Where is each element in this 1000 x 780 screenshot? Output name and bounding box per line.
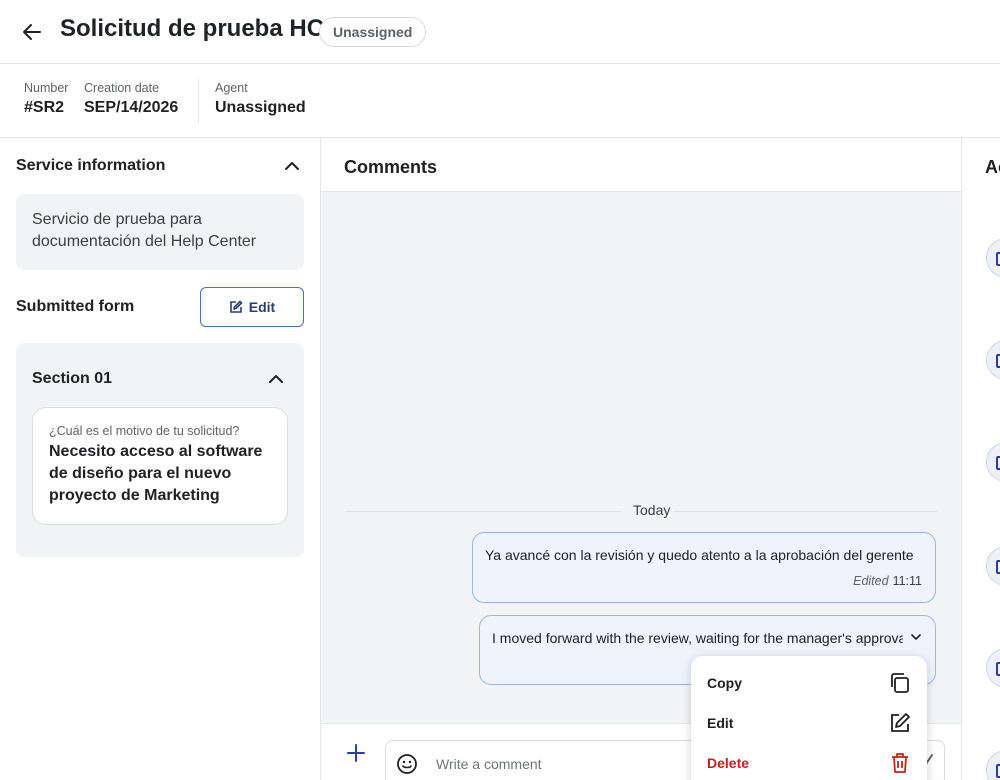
copy-icon bbox=[891, 673, 909, 693]
activity-item-icon[interactable] bbox=[986, 648, 1000, 688]
emoji-button[interactable] bbox=[396, 753, 418, 775]
emoji-icon bbox=[397, 754, 417, 774]
comment-context-menu: Copy Edit Delete bbox=[691, 656, 927, 780]
number-value: #SR2 bbox=[24, 99, 65, 116]
edited-label: Edited bbox=[853, 574, 889, 588]
back-button[interactable] bbox=[18, 18, 46, 46]
page-title: Solicitud de prueba HC bbox=[60, 15, 325, 42]
activity-item-icon[interactable] bbox=[986, 442, 1000, 482]
number-field: Number #SR2 bbox=[24, 81, 68, 117]
question-answer: Necesito acceso al software de diseño pa… bbox=[49, 443, 263, 504]
task-icon bbox=[996, 764, 1000, 778]
form-answer-card: ¿Cuál es el motivo de tu solicitud? Nece… bbox=[32, 407, 288, 525]
arrow-left-icon bbox=[23, 24, 41, 40]
agent-label: Agent bbox=[215, 81, 248, 95]
request-meta-bar: Number #SR2 Creation date SEP/14/2026 Ag… bbox=[0, 65, 1000, 138]
comment-input[interactable] bbox=[436, 753, 686, 775]
service-description: Servicio de prueba para documentación de… bbox=[16, 194, 304, 270]
edit-icon bbox=[891, 713, 910, 732]
menu-item-label: Copy bbox=[707, 675, 742, 691]
service-info-panel: Service information Servicio de prueba p… bbox=[0, 138, 320, 780]
comments-title: Comments bbox=[344, 157, 438, 177]
chevron-up-icon bbox=[285, 162, 299, 170]
menu-item-delete[interactable]: Delete bbox=[691, 743, 927, 780]
page-header: Solicitud de prueba HC Unassigned bbox=[0, 0, 1000, 64]
task-icon bbox=[996, 662, 1000, 676]
edit-icon bbox=[229, 300, 243, 313]
comment-bubble[interactable]: Ya avancé con la revisión y quedo atento… bbox=[472, 532, 936, 603]
creation-date-field: Creation date SEP/14/2026 bbox=[84, 81, 178, 117]
creation-date-label: Creation date bbox=[84, 81, 160, 95]
collapse-section-button[interactable] bbox=[266, 369, 286, 389]
agent-field: Agent Unassigned bbox=[215, 81, 306, 117]
activity-item-icon[interactable] bbox=[986, 238, 1000, 278]
trash-icon bbox=[892, 753, 908, 773]
add-attachment-button[interactable] bbox=[345, 742, 367, 764]
comment-text: Ya avancé con la revisión y quedo atento… bbox=[485, 547, 914, 563]
activity-panel-title: Ac bbox=[985, 157, 1000, 177]
activity-item-icon[interactable] bbox=[986, 750, 1000, 780]
creation-date-value: SEP/14/2026 bbox=[84, 99, 179, 116]
edit-form-button[interactable]: Edit bbox=[200, 287, 304, 327]
agent-value: Unassigned bbox=[215, 99, 306, 116]
task-icon bbox=[996, 560, 1000, 574]
comment-options-button[interactable] bbox=[909, 630, 923, 644]
edit-form-label: Edit bbox=[248, 299, 276, 315]
separator-line bbox=[673, 511, 937, 512]
chevron-up-icon bbox=[269, 375, 283, 383]
menu-item-copy[interactable]: Copy bbox=[691, 663, 927, 703]
form-section-card: Section 01 ¿Cuál es el motivo de tu soli… bbox=[16, 343, 304, 557]
comment-time: 11:11 bbox=[892, 574, 922, 588]
number-label: Number bbox=[24, 81, 69, 95]
activity-panel: Ac bbox=[961, 138, 1000, 780]
plus-icon bbox=[347, 744, 365, 762]
collapse-service-info-button[interactable] bbox=[282, 156, 302, 176]
activity-item-icon[interactable] bbox=[986, 340, 1000, 380]
day-separator-label: Today bbox=[633, 502, 671, 518]
section-title: Section 01 bbox=[32, 370, 113, 387]
question-label: ¿Cuál es el motivo de tu solicitud? bbox=[49, 424, 240, 438]
comment-text: I moved forward with the review, waiting… bbox=[492, 630, 903, 646]
menu-item-label: Edit bbox=[707, 715, 734, 731]
menu-item-edit[interactable]: Edit bbox=[691, 703, 927, 743]
task-icon bbox=[996, 252, 1000, 266]
day-separator: Today bbox=[345, 502, 937, 520]
service-info-title: Service information bbox=[16, 157, 166, 174]
comments-header: Comments bbox=[321, 138, 961, 192]
separator-line bbox=[345, 511, 621, 512]
activity-item-icon[interactable] bbox=[986, 546, 1000, 586]
menu-item-label: Delete bbox=[707, 755, 750, 771]
chevron-down-icon bbox=[911, 634, 921, 640]
submitted-form-title: Submitted form bbox=[16, 298, 135, 315]
comment-meta: Edited 11:11 bbox=[853, 574, 922, 588]
status-badge: Unassigned bbox=[319, 17, 427, 47]
task-icon bbox=[996, 456, 1000, 470]
task-icon bbox=[996, 354, 1000, 368]
meta-divider bbox=[198, 79, 199, 123]
